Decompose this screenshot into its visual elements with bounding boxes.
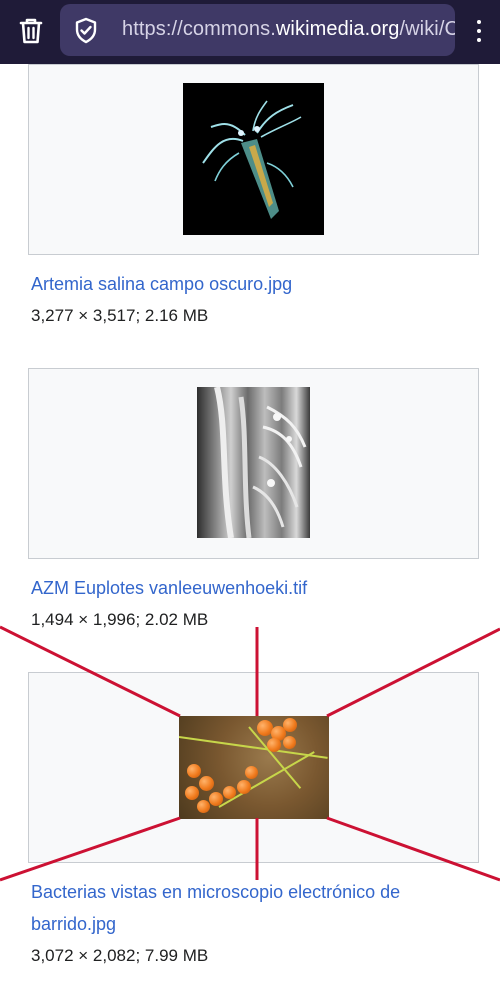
strand-mark <box>218 751 315 808</box>
bacterium-mark <box>209 792 223 806</box>
delete-button[interactable] <box>8 8 54 54</box>
url-text[interactable]: https://commons.wikimedia.org/wiki/C <box>122 18 455 41</box>
file-thumbnail-box[interactable] <box>28 672 479 863</box>
bacterium-mark <box>267 738 281 752</box>
bacterium-mark <box>185 786 199 800</box>
file-dimensions-size: 1,494 × 1,996; 2.02 MB <box>31 610 209 629</box>
overflow-menu-button[interactable] <box>462 8 496 54</box>
file-thumbnail-box[interactable] <box>28 368 479 559</box>
artemia-drawing <box>202 100 302 219</box>
url-domain: wikimedia.org <box>275 18 400 40</box>
bacterium-mark <box>237 780 251 794</box>
file-thumbnail-box[interactable] <box>28 64 479 255</box>
url-prefix: https://commons. <box>122 18 276 40</box>
artemia-thumbnail-image[interactable] <box>183 83 324 235</box>
bacterium-mark <box>245 766 258 779</box>
euplotes-thumbnail-image[interactable] <box>197 387 310 538</box>
file-name-link[interactable]: Bacterias vistas en microscopio electrón… <box>31 876 471 940</box>
shield-icon[interactable] <box>72 16 100 44</box>
bacterium-mark <box>283 718 297 732</box>
euplotes-drawing <box>214 387 307 538</box>
bacterium-mark <box>197 800 210 813</box>
trash-icon <box>19 18 43 44</box>
menu-dot-icon <box>477 38 481 42</box>
file-gallery: Artemia salina campo oscuro.jpg 3,277 × … <box>0 64 500 982</box>
file-dimensions-size: 3,277 × 3,517; 2.16 MB <box>31 306 209 325</box>
address-bar[interactable]: https://commons.wikimedia.org/wiki/C <box>60 4 455 56</box>
browser-toolbar: https://commons.wikimedia.org/wiki/C <box>0 0 500 64</box>
file-name-link[interactable]: AZM Euplotes vanleeuwenhoeki.tif <box>31 572 471 604</box>
menu-dot-icon <box>477 29 481 33</box>
bacterium-mark <box>223 786 236 799</box>
bacterium-mark <box>199 776 214 791</box>
bacteria-thumbnail-image[interactable] <box>179 716 329 819</box>
url-suffix: /wiki/C <box>399 18 455 40</box>
bacterium-mark <box>283 736 296 749</box>
menu-dot-icon <box>477 20 481 24</box>
file-dimensions-size: 3,072 × 2,082; 7.99 MB <box>31 946 209 965</box>
bacterium-mark <box>187 764 201 778</box>
file-name-link[interactable]: Artemia salina campo oscuro.jpg <box>31 268 471 300</box>
